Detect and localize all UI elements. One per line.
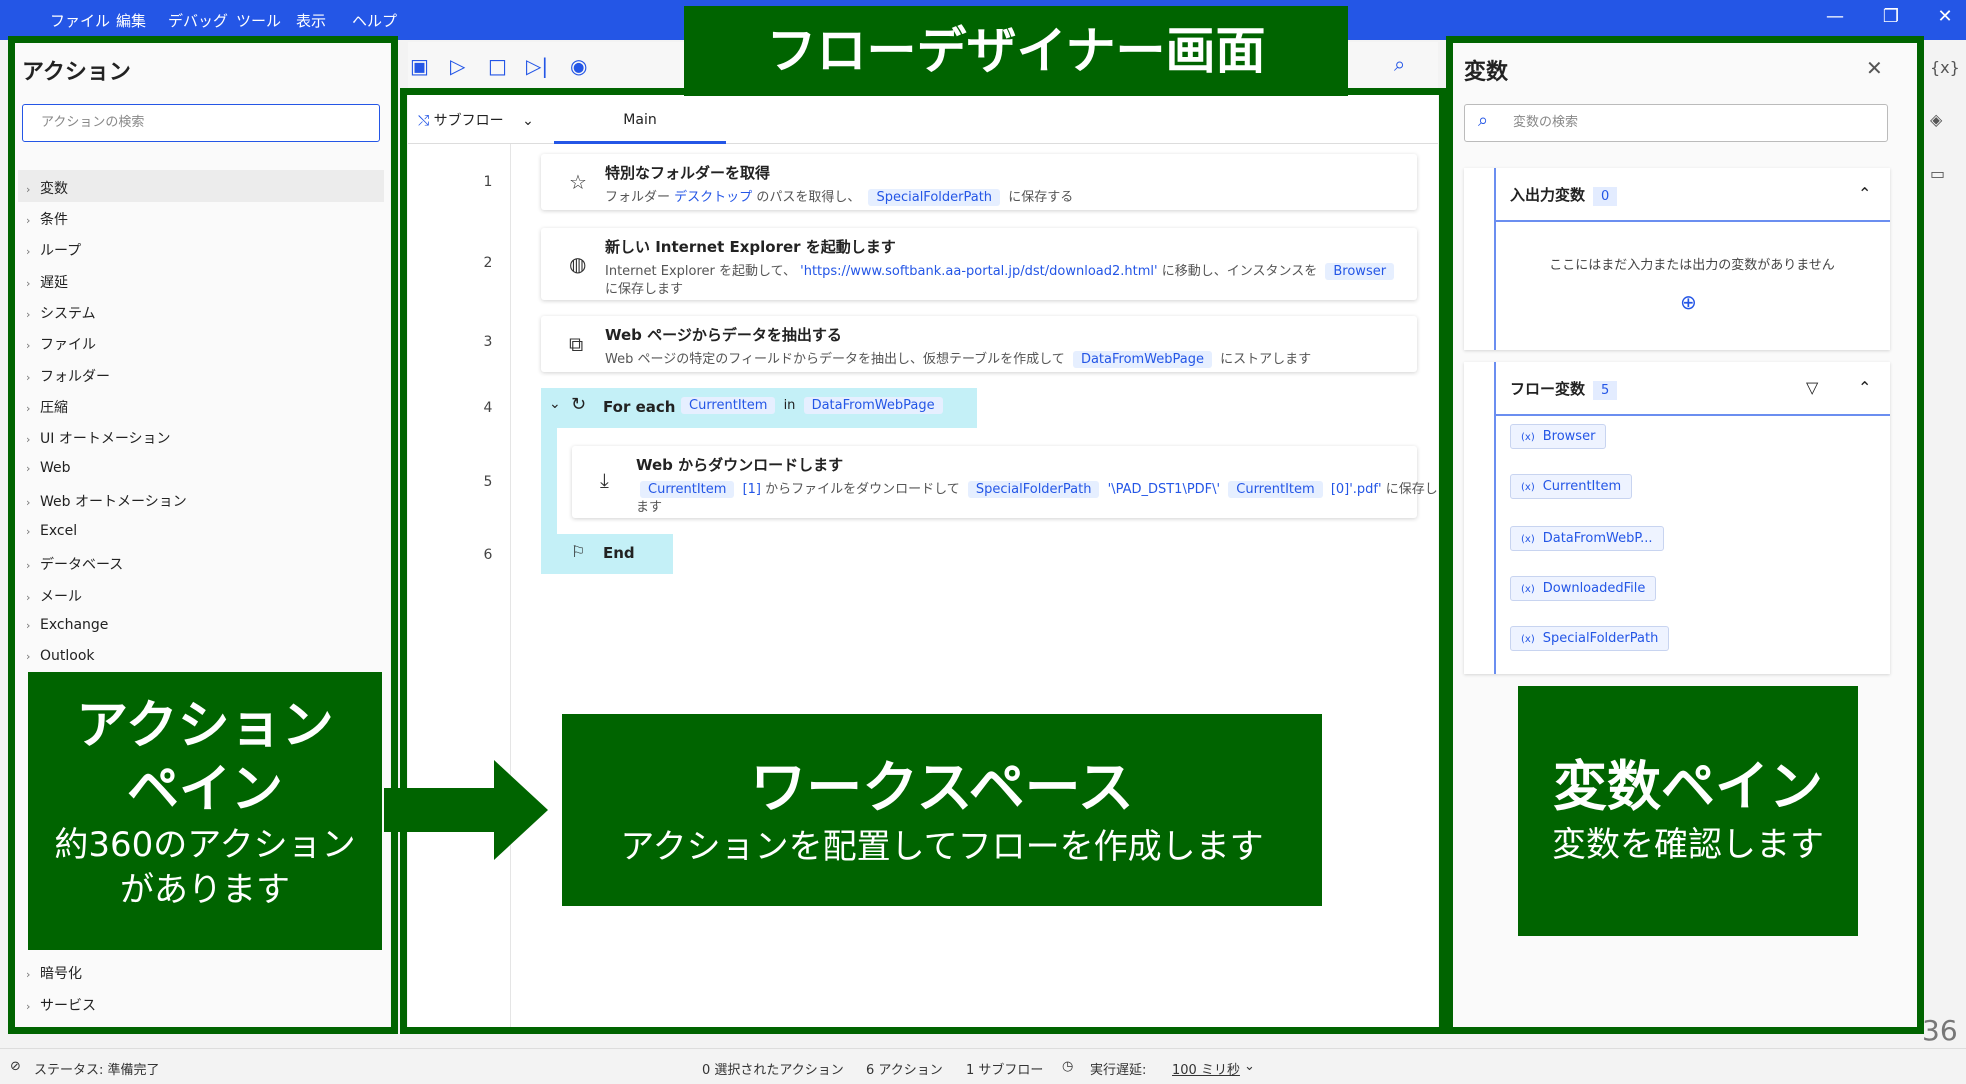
run-icon[interactable]: ▷ — [450, 54, 465, 78]
menu-help[interactable]: ヘルプ — [352, 10, 397, 31]
status-bar: ⊘ ステータス: 準備完了 0 選択されたアクション 6 アクション 1 サブフ… — [0, 1048, 1966, 1084]
subflows-count: 1 サブフロー — [966, 1063, 1044, 1078]
menu-tools[interactable]: ツール — [236, 10, 281, 31]
menu-view[interactable]: 表示 — [296, 10, 326, 31]
minimize-button[interactable]: — — [1820, 6, 1850, 27]
chevron-down-icon[interactable]: ⌄ — [1244, 1059, 1255, 1074]
ui-elements-icon[interactable]: ◈ — [1930, 110, 1942, 129]
delay-label: 実行遅延: — [1090, 1063, 1147, 1078]
status-ok-icon: ⊘ — [10, 1059, 21, 1074]
save-icon[interactable]: ▣ — [410, 54, 429, 78]
close-window-button[interactable]: ✕ — [1930, 6, 1960, 27]
overlay-workspace: ワークスペース アクションを配置してフローを作成します — [562, 714, 1322, 906]
step-icon[interactable]: ▷| — [526, 54, 548, 78]
page-number: 36 — [1922, 1014, 1958, 1047]
variables-icon[interactable]: {x} — [1930, 58, 1960, 77]
selected-actions-count: 0 選択されたアクション — [702, 1063, 844, 1078]
overlay-action-pane: アクション ペイン 約360のアクション があります — [28, 672, 382, 950]
delay-value[interactable]: 100 ミリ秒 — [1172, 1059, 1240, 1078]
images-icon[interactable]: ▭ — [1930, 164, 1945, 183]
overlay-variable-pane: 変数ペイン 変数を確認します — [1518, 686, 1858, 936]
clock-icon: ◷ — [1062, 1059, 1074, 1074]
actions-count: 6 アクション — [866, 1063, 943, 1078]
record-icon[interactable]: ◉ — [570, 54, 587, 78]
restore-button[interactable]: ❐ — [1876, 6, 1906, 27]
menu-edit[interactable]: 編集 — [116, 10, 146, 31]
search-icon[interactable]: ⌕ — [1394, 52, 1405, 76]
arrow-icon — [384, 760, 548, 860]
overlay-title: フローデザイナー画面 — [684, 6, 1348, 96]
menu-file[interactable]: ファイル — [50, 10, 110, 31]
status-text: ステータス: 準備完了 — [34, 1063, 160, 1078]
stop-icon[interactable]: □ — [488, 54, 507, 78]
menu-debug[interactable]: デバッグ — [168, 10, 228, 31]
